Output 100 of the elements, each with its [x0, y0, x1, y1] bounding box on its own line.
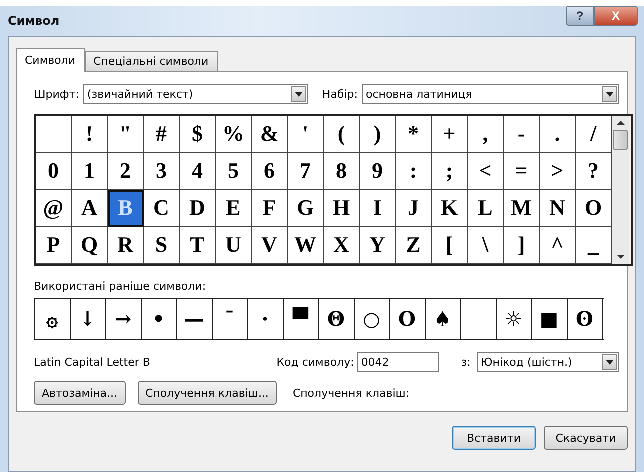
symbol-cell[interactable]: Q	[72, 227, 108, 264]
symbol-cell[interactable]: V	[252, 227, 288, 264]
symbol-cell[interactable]: K	[432, 190, 468, 227]
symbol-cell[interactable]: Θ	[319, 299, 354, 339]
symbol-cell[interactable]: (	[324, 116, 360, 153]
symbol-cell[interactable]: ↓	[70, 299, 106, 339]
symbol-cell[interactable]: ■	[532, 299, 568, 339]
symbol-cell[interactable]: &	[252, 116, 288, 153]
symbol-cell[interactable]: @	[36, 190, 72, 227]
symbol-cell[interactable]: /	[576, 116, 612, 153]
symbol-cell[interactable]: 8	[324, 153, 360, 190]
symbol-cell[interactable]: O	[390, 299, 426, 339]
symbol-cell[interactable]: .	[540, 116, 576, 153]
action-button[interactable]: Сполучення клавіш...	[138, 381, 277, 405]
caret-icon	[602, 86, 617, 102]
symbol-cell[interactable]: "	[108, 116, 144, 153]
symbol-cell[interactable]: ▀	[284, 299, 319, 339]
character-name: Latin Capital Letter B	[34, 356, 152, 368]
symbol-cell[interactable]: N	[540, 190, 576, 227]
symbol-cell[interactable]: [	[432, 227, 468, 264]
scroll-down-icon[interactable]	[616, 255, 624, 259]
symbol-cell[interactable]: 9	[360, 153, 396, 190]
symbol-cell[interactable]: •	[142, 299, 177, 339]
symbol-cell[interactable]: M	[504, 190, 540, 227]
symbol-cell[interactable]: S	[144, 227, 180, 264]
code-field[interactable]: 0042	[357, 352, 440, 372]
symbol-cell[interactable]: I	[360, 190, 396, 227]
scroll-thumb[interactable]	[613, 130, 628, 150]
symbol-cell[interactable]: ?	[576, 153, 612, 190]
dropdown[interactable]: основна латиниця	[362, 84, 619, 104]
symbol-cell[interactable]: ·	[248, 299, 284, 339]
tab[interactable]: Символи	[16, 48, 85, 72]
symbol-cell[interactable]: 6	[252, 153, 288, 190]
symbol-cell[interactable]: X	[324, 227, 360, 264]
tab[interactable]: Спеціальні символи	[84, 51, 218, 71]
symbol-cell[interactable]: H	[324, 190, 360, 227]
symbol-cell[interactable]: O	[576, 190, 612, 227]
symbol-cell[interactable]: 4	[180, 153, 216, 190]
dialog-button[interactable]: Скасувати	[544, 426, 628, 450]
symbol-cell[interactable]: >	[540, 153, 576, 190]
symbol-cell[interactable]: 7	[288, 153, 324, 190]
symbol-cell[interactable]: 5	[216, 153, 252, 190]
field-label: з:	[461, 356, 471, 368]
symbol-cell[interactable]: <	[468, 153, 504, 190]
symbol-cell[interactable]: )	[360, 116, 396, 153]
scrollbar[interactable]	[612, 116, 629, 264]
symbol-cell[interactable]: A	[72, 190, 108, 227]
symbol-cell[interactable]: ;	[432, 153, 468, 190]
dropdown[interactable]: Юнікод (шістн.)	[476, 352, 619, 372]
symbol-cell[interactable]: !	[72, 116, 108, 153]
symbol-cell[interactable]: Z	[396, 227, 432, 264]
symbol-cell[interactable]: W	[288, 227, 324, 264]
symbol-cell[interactable]: '	[288, 116, 324, 153]
symbol-cell[interactable]: F	[252, 190, 288, 227]
symbol-cell[interactable]: P	[36, 227, 72, 264]
symbol-cell[interactable]: 2	[108, 153, 144, 190]
symbol-cell[interactable]: :	[396, 153, 432, 190]
scroll-up-icon[interactable]	[616, 121, 624, 125]
symbol-cell[interactable]: =	[504, 153, 540, 190]
symbol-cell[interactable]: ۞	[35, 299, 70, 339]
symbol-cell[interactable]: ☼	[496, 299, 532, 339]
symbol-cell[interactable]: %	[216, 116, 252, 153]
symbol-cell[interactable]: +	[432, 116, 468, 153]
symbol-cell[interactable]: B	[108, 190, 144, 227]
symbol-cell[interactable]: ]	[504, 227, 540, 264]
symbol-cell[interactable]: 1	[72, 153, 108, 190]
symbol-cell[interactable]: $	[180, 116, 216, 153]
symbol-cell[interactable]: T	[180, 227, 216, 264]
symbol-cell[interactable]: →	[106, 299, 142, 339]
symbol-cell[interactable]: \	[468, 227, 504, 264]
symbol-cell[interactable]: ʘ	[568, 299, 603, 339]
symbol-cell[interactable]: E	[216, 190, 252, 227]
symbol-cell[interactable]: ○	[354, 299, 390, 339]
symbol-cell[interactable]: -	[504, 116, 540, 153]
caret-icon	[291, 86, 306, 102]
symbol-cell[interactable]: C	[144, 190, 180, 227]
dropdown[interactable]: (звичайний текст)	[83, 84, 308, 104]
symbol-cell[interactable]: 3	[144, 153, 180, 190]
field-label: Шрифт:	[34, 88, 80, 100]
symbol-cell[interactable]: R	[108, 227, 144, 264]
symbol-cell[interactable]: ¯	[212, 299, 248, 339]
symbol-cell[interactable]: 0	[36, 153, 72, 190]
symbol-cell[interactable]: U	[216, 227, 252, 264]
symbol-cell[interactable]: —	[177, 299, 212, 339]
shortcut-label: Сполучення клавіш:	[292, 386, 410, 400]
dialog-button[interactable]: Вставити	[452, 426, 536, 450]
action-button[interactable]: Автозаміна...	[34, 381, 126, 405]
symbol-cell[interactable]: ,	[468, 116, 504, 153]
help-button[interactable]: ?	[566, 6, 594, 26]
symbol-cell[interactable]: ^	[540, 227, 576, 264]
symbol-cell[interactable]: #	[144, 116, 180, 153]
symbol-cell[interactable]: L	[468, 190, 504, 227]
symbol-cell[interactable]	[36, 116, 72, 153]
symbol-cell[interactable]: D	[180, 190, 216, 227]
symbol-cell[interactable]: Y	[360, 227, 396, 264]
symbol-cell[interactable]: G	[288, 190, 324, 227]
symbol-cell[interactable]: *	[396, 116, 432, 153]
symbol-cell[interactable]: _	[576, 227, 612, 264]
symbol-cell[interactable]: ♠	[426, 299, 461, 339]
symbol-cell[interactable]: J	[396, 190, 432, 227]
